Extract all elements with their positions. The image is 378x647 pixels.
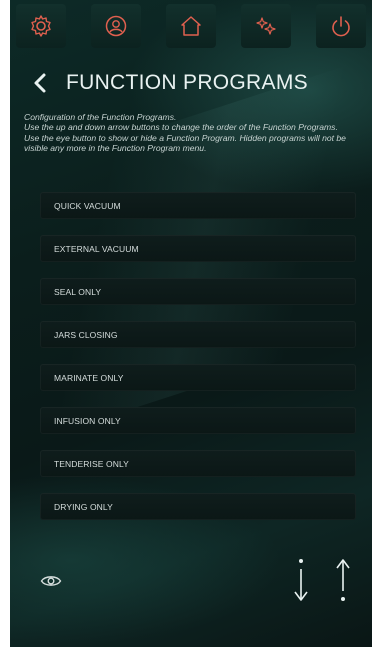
list-item-seal-only[interactable]: SEAL ONLY [40,278,356,305]
user-icon [105,15,127,37]
home-button[interactable] [166,4,216,48]
instructions-line-1: Configuration of the Function Programs. [24,112,177,122]
list-item-drying-only[interactable]: DRYING ONLY [40,493,356,520]
eye-icon[interactable] [40,573,62,589]
bottom-controls [10,555,372,615]
page-title: FUNCTION PROGRAMS [66,71,308,94]
function-program-list: QUICK VACUUM EXTERNAL VACUUM SEAL ONLY J… [40,192,356,536]
settings-button[interactable] [16,4,66,48]
instructions-line-3: Use the eye button to show or hide a Fun… [24,132,346,154]
gear-icon [31,15,51,37]
list-item-tenderise-only[interactable]: TENDERISE ONLY [40,450,356,477]
list-item-label: JARS CLOSING [54,329,118,340]
list-item-label: MARINATE ONLY [54,372,124,383]
user-button[interactable] [91,4,141,48]
home-icon [181,16,201,36]
chevron-left-icon [34,73,46,93]
list-item-marinate-only[interactable]: MARINATE ONLY [40,364,356,391]
list-item-label: QUICK VACUUM [54,200,121,211]
sparkle-icon [256,17,276,35]
move-up-arrow-icon[interactable] [334,555,352,605]
device-screen: FUNCTION PROGRAMS Configuration of the F… [10,0,372,647]
list-item-label: INFUSION ONLY [54,415,121,426]
list-item-label: EXTERNAL VACUUM [54,243,139,254]
move-down-arrow-icon[interactable] [292,555,310,605]
list-item-external-vacuum[interactable]: EXTERNAL VACUUM [40,235,356,262]
list-item-label: DRYING ONLY [54,501,113,512]
list-item-label: TENDERISE ONLY [54,458,129,469]
instructions-text: Configuration of the Function Programs. … [24,112,364,154]
power-button[interactable] [316,4,366,48]
list-item-quick-vacuum[interactable]: QUICK VACUUM [40,192,356,219]
top-navigation-bar [10,0,372,52]
list-item-jars-closing[interactable]: JARS CLOSING [40,321,356,348]
list-item-label: SEAL ONLY [54,286,102,297]
list-item-infusion-only[interactable]: INFUSION ONLY [40,407,356,434]
instructions-line-2: Use the up and down arrow buttons to cha… [24,122,338,133]
page-header: FUNCTION PROGRAMS [10,66,372,100]
power-icon [332,16,350,37]
back-button[interactable] [24,67,56,99]
favorites-button[interactable] [241,4,291,48]
